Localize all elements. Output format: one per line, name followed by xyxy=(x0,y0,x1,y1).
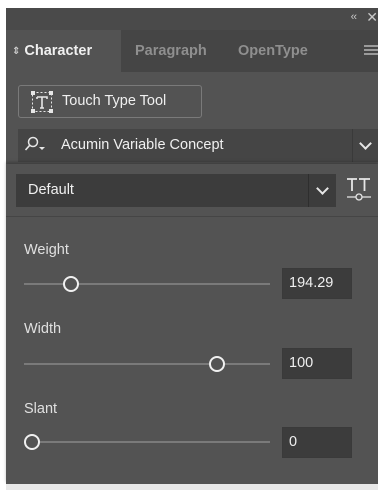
panel-menu-icon[interactable] xyxy=(364,45,378,57)
divider xyxy=(6,216,378,217)
slant-label: Slant xyxy=(24,401,58,417)
panel-bottom-edge xyxy=(6,484,378,490)
font-family-select[interactable]: Acumin Variable Concept xyxy=(18,129,378,162)
width-value-field[interactable]: 100 xyxy=(282,348,352,379)
weight-label: Weight xyxy=(24,242,69,258)
font-style-value: Default xyxy=(28,182,74,198)
chevron-down-icon xyxy=(359,137,372,150)
touch-type-icon xyxy=(31,91,53,113)
weight-value-field[interactable]: 194.29 xyxy=(282,268,352,299)
tab-label: OpenType xyxy=(238,43,308,59)
tab-label: Paragraph xyxy=(135,43,207,59)
font-family-dropdown-button[interactable] xyxy=(352,129,378,162)
variable-font-popup: Default Weight 194.29 Width 100 Slant 0 xyxy=(6,164,378,484)
font-style-select[interactable]: Default xyxy=(16,174,336,207)
width-slider-knob[interactable] xyxy=(208,356,225,372)
chevron-down-icon xyxy=(316,182,329,195)
weight-slider-knob[interactable] xyxy=(63,276,80,292)
close-icon[interactable]: ✕ xyxy=(366,9,378,26)
tab-label: Character xyxy=(24,43,93,59)
font-style-dropdown-button[interactable] xyxy=(308,174,336,207)
touch-type-label: Touch Type Tool xyxy=(62,93,167,109)
tab-paragraph[interactable]: Paragraph xyxy=(135,30,227,72)
font-family-value: Acumin Variable Concept xyxy=(61,137,224,153)
panel-title-bar: ‹‹ ✕ xyxy=(6,8,378,30)
touch-type-tool-button[interactable]: Touch Type Tool xyxy=(18,85,202,118)
character-panel: ‹‹ ✕ ⇕ Character Paragraph OpenType Touch… xyxy=(0,0,378,492)
tab-character[interactable]: ⇕ Character xyxy=(6,30,121,72)
font-search-icon[interactable] xyxy=(24,136,48,154)
tab-opentype[interactable]: OpenType xyxy=(238,30,328,72)
expand-collapse-arrows-icon: ⇕ xyxy=(12,46,21,57)
slant-value-field[interactable]: 0 xyxy=(282,427,352,458)
tab-bar: ⇕ Character Paragraph OpenType xyxy=(6,30,378,72)
variable-font-icon[interactable] xyxy=(346,177,372,205)
width-slider-track[interactable] xyxy=(24,363,270,365)
weight-slider-track[interactable] xyxy=(24,283,270,285)
slant-slider-track[interactable] xyxy=(24,441,270,443)
double-chevron-left-icon[interactable]: ‹‹ xyxy=(351,11,357,23)
width-label: Width xyxy=(24,321,62,337)
slant-slider-knob[interactable] xyxy=(24,434,40,450)
character-controls: Touch Type Tool Acumin Variable Concept xyxy=(6,72,378,164)
